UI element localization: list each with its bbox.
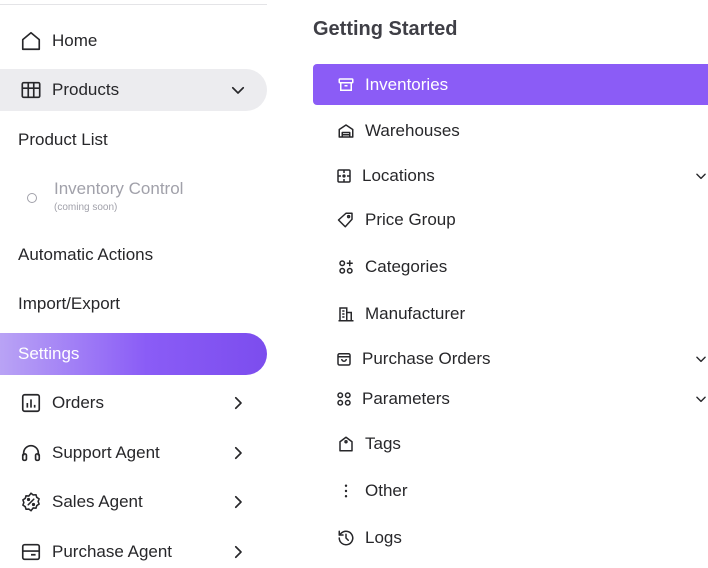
building-icon	[337, 305, 355, 323]
sidebar: Home Products Product List Inventory Con…	[0, 0, 290, 568]
sidebar-item-label: Sales Agent	[52, 492, 143, 511]
sidebar-item-inventory-control: Inventory Control (coming soon)	[0, 175, 267, 221]
home-icon	[20, 30, 42, 52]
products-icon	[20, 79, 42, 101]
archive-icon	[337, 76, 355, 94]
history-icon	[337, 529, 355, 547]
chevron-down-icon[interactable]	[694, 392, 708, 406]
menu-item-label: Other	[365, 481, 408, 500]
menu-item-label: Price Group	[365, 210, 456, 229]
menu-item-price-group[interactable]: Price Group	[313, 200, 708, 240]
menu-item-label: Manufacturer	[365, 304, 466, 323]
menu-item-label: Parameters	[362, 389, 450, 408]
menu-item-inventories[interactable]: Inventories	[313, 64, 708, 105]
menu-item-label: Logs	[365, 528, 402, 547]
more-vertical-icon	[337, 482, 355, 500]
chevron-down-icon[interactable]	[694, 352, 708, 366]
sidebar-item-label: Product List	[18, 130, 108, 149]
sidebar-item-product-list[interactable]: Product List	[0, 119, 267, 161]
page-title: Getting Started	[313, 18, 458, 40]
menu-item-parameters[interactable]: Parameters	[313, 379, 708, 419]
chevron-down-icon[interactable]	[229, 81, 247, 99]
sidebar-item-label: Inventory Control	[54, 179, 184, 198]
menu-item-label: Categories	[365, 257, 448, 276]
chart-icon	[20, 392, 42, 414]
menu-item-logs[interactable]: Logs	[313, 518, 708, 558]
sidebar-item-purchase-agent[interactable]: Purchase Agent	[0, 531, 267, 568]
menu-item-other[interactable]: Other	[313, 471, 708, 511]
chevron-down-icon[interactable]	[694, 169, 708, 183]
sidebar-item-label: Orders	[52, 393, 104, 412]
app-root: Home Products Product List Inventory Con…	[0, 0, 708, 568]
card-icon	[20, 541, 42, 563]
sidebar-item-label: Home	[52, 31, 98, 50]
sidebar-item-label: Purchase Agent	[52, 542, 173, 561]
menu-item-label: Purchase Orders	[362, 349, 491, 368]
menu-item-label: Warehouses	[365, 121, 460, 140]
sidebar-item-label: Import/Export	[18, 294, 121, 313]
sidebar-item-support-agent[interactable]: Support Agent	[0, 432, 267, 474]
tag-label-icon	[337, 435, 355, 453]
chevron-right-icon[interactable]	[229, 543, 247, 561]
sidebar-divider	[0, 4, 267, 5]
sidebar-item-automatic-actions[interactable]: Automatic Actions	[0, 234, 267, 276]
sidebar-item-sales-agent[interactable]: Sales Agent	[0, 481, 267, 523]
chevron-right-icon[interactable]	[229, 444, 247, 462]
discount-badge-icon	[20, 491, 42, 513]
circle-icon	[27, 193, 37, 203]
menu-item-purchase-orders[interactable]: Purchase Orders	[313, 339, 708, 379]
chevron-right-icon[interactable]	[229, 493, 247, 511]
sidebar-item-label: Products	[52, 80, 120, 99]
menu-item-warehouses[interactable]: Warehouses	[313, 111, 708, 151]
sidebar-item-products[interactable]: Products	[0, 69, 267, 111]
warehouse-icon	[337, 122, 355, 140]
sidebar-item-label: Support Agent	[52, 443, 160, 462]
sidebar-item-label: Settings	[18, 344, 80, 363]
headset-icon	[20, 442, 42, 464]
chevron-right-icon[interactable]	[229, 394, 247, 412]
locations-icon	[335, 167, 353, 185]
sidebar-item-label: Automatic Actions	[18, 245, 154, 264]
menu-item-label: Tags	[365, 434, 401, 453]
sidebar-item-settings[interactable]: Settings	[0, 333, 267, 375]
coming-soon-note: (coming soon)	[54, 202, 118, 213]
parameters-icon	[335, 390, 353, 408]
menu-item-label: Locations	[362, 166, 435, 185]
menu-item-label: Inventories	[365, 74, 449, 94]
sidebar-item-home[interactable]: Home	[0, 20, 267, 62]
menu-item-categories[interactable]: Categories	[313, 247, 708, 287]
menu-item-manufacturer[interactable]: Manufacturer	[313, 294, 708, 334]
sidebar-item-orders[interactable]: Orders	[0, 382, 267, 424]
menu-item-locations[interactable]: Locations	[313, 156, 708, 196]
shopping-bag-icon	[335, 350, 353, 368]
menu-item-tags[interactable]: Tags	[313, 424, 708, 464]
tag-icon	[337, 211, 355, 229]
sidebar-item-import-export[interactable]: Import/Export	[0, 283, 267, 325]
categories-icon	[337, 258, 355, 276]
